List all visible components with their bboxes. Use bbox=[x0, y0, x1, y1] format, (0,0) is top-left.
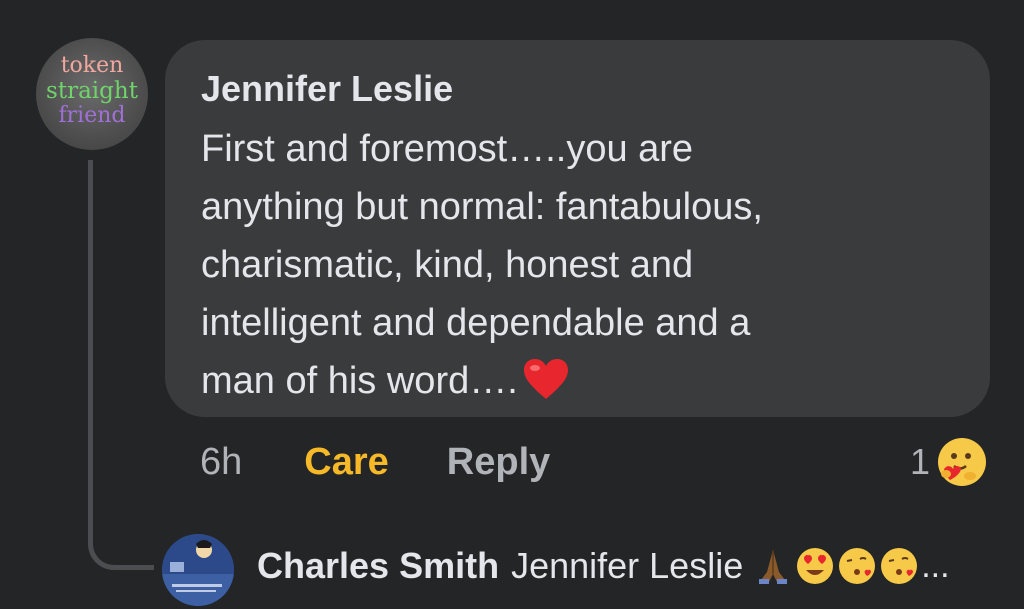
reply-avatar[interactable] bbox=[162, 534, 234, 606]
avatar[interactable]: token straight friend bbox=[36, 38, 148, 150]
thread-connector-line bbox=[88, 160, 154, 570]
reply-button[interactable]: Reply bbox=[447, 440, 550, 484]
reply-avatar-image bbox=[162, 534, 234, 606]
reply-comment: Charles Smith Jennifer Leslie ... bbox=[257, 543, 950, 589]
heart-eyes-emoji bbox=[797, 548, 834, 584]
comment-thread: token straight friend Jennifer Leslie Fi… bbox=[0, 0, 1024, 609]
comment-author[interactable]: Jennifer Leslie bbox=[201, 68, 960, 110]
reply-truncation[interactable]: ... bbox=[921, 543, 949, 589]
avatar-text-line3: friend bbox=[59, 103, 126, 128]
avatar-text-line2: straight bbox=[46, 78, 139, 104]
comment-bubble: Jennifer Leslie First and foremost…..you… bbox=[165, 40, 990, 417]
comment-text-content: First and foremost…..you are anything bu… bbox=[201, 128, 763, 402]
care-reaction-button[interactable]: Care bbox=[304, 440, 389, 484]
reply-mention[interactable]: Jennifer Leslie bbox=[511, 543, 743, 589]
blowing-kiss-emoji bbox=[881, 548, 918, 584]
reply-author[interactable]: Charles Smith bbox=[257, 543, 499, 589]
comment-actions: 6h Care Reply bbox=[200, 440, 550, 484]
folded-hands-emoji bbox=[759, 550, 788, 584]
heart-emoji bbox=[523, 359, 568, 399]
blowing-kiss-emoji bbox=[839, 548, 876, 584]
avatar-text-line1: token bbox=[61, 53, 124, 78]
reaction-count: 1 bbox=[910, 441, 931, 482]
comment-text: First and foremost…..you are anything bu… bbox=[201, 120, 960, 410]
reaction-summary[interactable]: 1 bbox=[910, 436, 988, 488]
care-emoji-icon bbox=[938, 438, 987, 486]
avatar-image: token straight friend bbox=[46, 53, 139, 128]
comment-timestamp[interactable]: 6h bbox=[200, 440, 242, 484]
